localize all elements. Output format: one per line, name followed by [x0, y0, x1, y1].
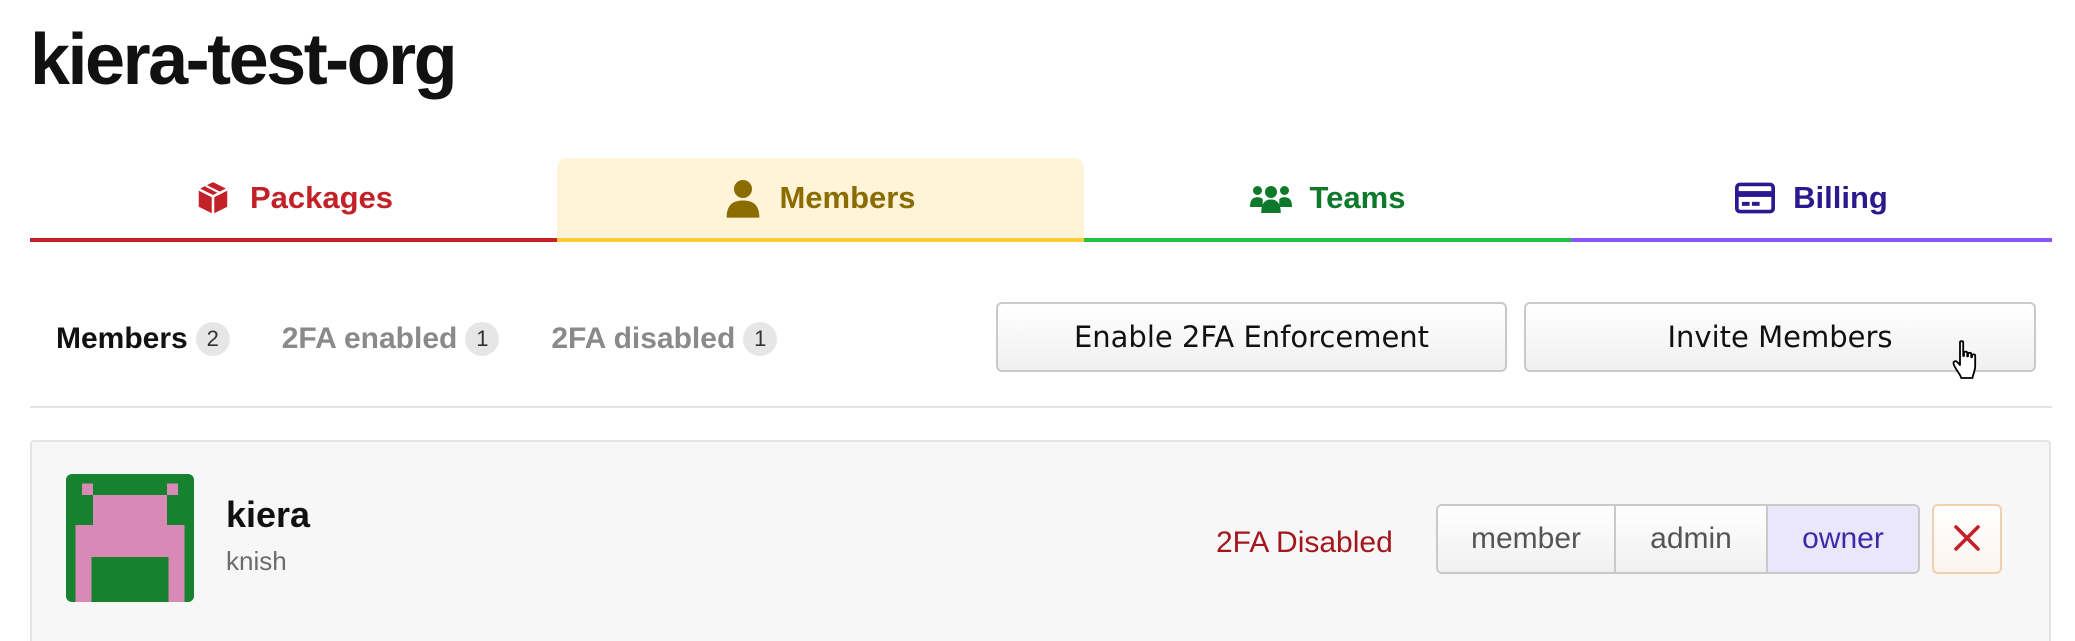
count-badge: 1 [743, 322, 778, 356]
divider [30, 406, 2052, 408]
two-factor-status: 2FA Disabled [1216, 526, 1393, 559]
member-name: kiera [226, 494, 311, 535]
role-owner-button[interactable]: owner [1768, 506, 1918, 572]
avatar [66, 474, 194, 602]
tab-label: Billing [1793, 180, 1888, 215]
tab-teams[interactable]: Teams [1084, 158, 1571, 242]
filter-label: 2FA disabled [551, 322, 736, 355]
tab-packages[interactable]: Packages [30, 158, 557, 242]
count-badge: 2 [195, 322, 230, 356]
role-member-button[interactable]: member [1438, 506, 1616, 572]
count-badge: 1 [465, 322, 500, 356]
filter-label: 2FA enabled [281, 322, 458, 355]
page-title: kiera-test-org [30, 20, 458, 100]
tab-label: Packages [249, 180, 394, 215]
role-selector: member admin owner [1436, 504, 1920, 574]
filter-2fa-enabled[interactable]: 2FA enabled 1 [282, 322, 500, 356]
filter-label: Members [56, 322, 188, 355]
user-icon [725, 178, 761, 218]
package-icon [194, 179, 232, 217]
tab-label: Members [779, 180, 916, 215]
tab-label: Teams [1309, 180, 1406, 215]
filter-members[interactable]: Members 2 [56, 322, 230, 356]
member-row: kiera knish 2FA Disabled member admin ow… [30, 440, 2051, 641]
org-members-page: kiera-test-org Packages Members Teams Bi… [0, 0, 2075, 641]
remove-member-button[interactable] [1932, 504, 2002, 574]
tab-billing[interactable]: Billing [1571, 158, 2052, 242]
credit-card-icon [1735, 182, 1776, 214]
hand-pointer-cursor-icon [1952, 340, 1980, 385]
filter-2fa-disabled[interactable]: 2FA disabled 1 [551, 322, 778, 356]
enable-2fa-enforcement-button[interactable]: Enable 2FA Enforcement [996, 302, 1507, 372]
org-tabs: Packages Members Teams Billing [30, 158, 2052, 246]
close-icon [1953, 524, 1981, 555]
users-icon [1249, 183, 1292, 213]
member-username: knish [226, 546, 287, 576]
role-admin-button[interactable]: admin [1616, 506, 1768, 572]
tab-members[interactable]: Members [557, 158, 1084, 242]
member-filters: Members 2 2FA enabled 1 2FA disabled 1 [56, 322, 778, 356]
